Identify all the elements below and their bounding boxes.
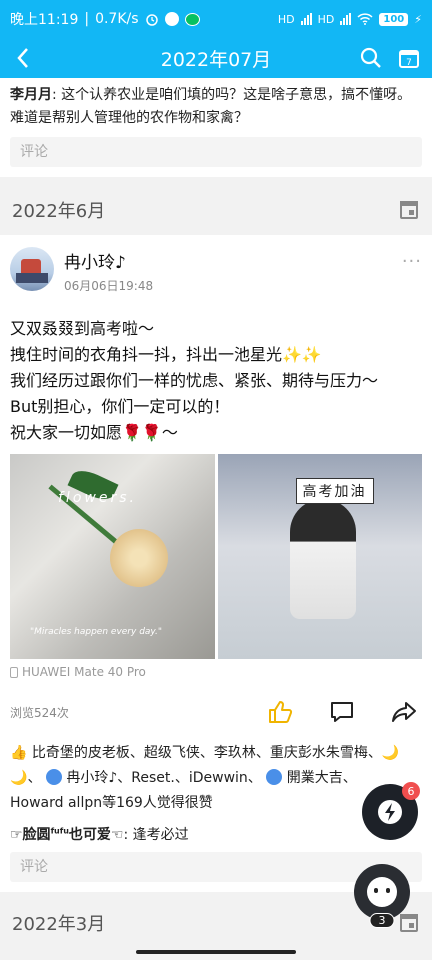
comment-item[interactable]: 李月月: 这个认养农业是咱们填的吗？这是啥子意思，搞不懂呀。难道是帮别人管理他的… [10, 84, 422, 130]
back-button[interactable] [6, 41, 40, 75]
view-count: 浏览524次 [10, 705, 69, 720]
post-header: 冉小玲♪ 06月06日19:48 ··· [10, 247, 422, 294]
more-options-button[interactable]: ··· [402, 251, 422, 272]
phone-icon [10, 666, 18, 678]
status-time: 晚上11:19 [10, 12, 79, 28]
car-avatar-icon [45, 769, 62, 785]
signal-icon-1 [300, 13, 312, 25]
post-time: 06月06日19:48 [64, 279, 154, 293]
post-line: 又双叒叕到高考啦～ [10, 319, 155, 338]
photo-caption: "Miracles happen every day." [30, 627, 163, 637]
net-label-2: HD [317, 12, 335, 26]
battery-indicator: 100 [379, 12, 409, 26]
post-line: 我们经历过跟你们一样的忧虑、紧张、期待与压力～ [10, 371, 379, 390]
photo-sign: 高考加油 [295, 478, 374, 504]
assistant-count: 3 [369, 913, 395, 928]
thumbs-up-icon [269, 701, 293, 723]
comment-item[interactable]: ☞脸圆fufu也可爱☜: 逢考必过 [10, 824, 422, 844]
signal-icon-2 [340, 13, 352, 25]
charging-icon: ⚡ [414, 12, 422, 26]
comment-author[interactable]: 李月月 [10, 87, 52, 103]
gear-avatar-icon [266, 769, 283, 785]
month-label: 2022年6月 [12, 201, 106, 222]
nav-bar: 2022年07月 7 [0, 38, 432, 78]
back-arrow-icon [17, 48, 28, 68]
post-body: 又双叒叕到高考啦～ 拽住时间的衣角抖一抖，抖出一池星光✨✨ 我们经历过跟你们一样… [10, 316, 422, 446]
comment-input[interactable]: 评论 [10, 137, 422, 167]
likes-text[interactable]: 比奇堡的皮老板、超级飞侠、李玖林、重庆彭水朱雪梅、 [32, 745, 382, 761]
post-line: 拽住时间的衣角抖一抖，抖出一池星光✨✨ [10, 345, 322, 364]
search-button[interactable] [354, 41, 388, 75]
device-name: HUAWEI Mate 40 Pro [22, 665, 146, 679]
comment-author-part: 也可爱☜ [68, 827, 124, 843]
status-bar: 晚上11:19 | 0.7K/s HD HD 100 ⚡ [0, 0, 432, 38]
photo-overlay-text: flowers. [58, 490, 137, 506]
photo-figure [289, 499, 356, 619]
calendar-button[interactable]: 7 [392, 41, 426, 75]
photo-exam-cheer[interactable]: 高考加油 [217, 454, 422, 659]
comment-text: : 逢考必过 [123, 827, 189, 843]
floating-action-button[interactable]: 6 [362, 782, 420, 840]
assistant-button[interactable]: 3 [354, 864, 410, 928]
home-indicator[interactable] [136, 950, 296, 954]
alarm-icon [145, 14, 158, 26]
likes-separator: 、 [27, 770, 42, 786]
status-divider: | [84, 11, 90, 27]
likes-text[interactable]: Howard allpn等169人觉得很赞 [10, 795, 213, 811]
likes-text[interactable]: 冉小玲♪、Reset.、iDewwin、 [66, 770, 261, 786]
comment-button[interactable] [328, 698, 356, 726]
photo-rose-book[interactable]: flowers. "Miracles happen every day." [10, 454, 215, 659]
post-card: 冉小玲♪ 06月06日19:48 ··· 又双叒叕到高考啦～ 拽住时间的衣角抖一… [0, 235, 432, 892]
photo-rose [110, 529, 168, 587]
notification-badge: 6 [402, 782, 420, 800]
calendar-icon: 7 [399, 50, 419, 68]
wifi-icon [357, 13, 373, 25]
comment-author-sup: fufu [50, 826, 69, 836]
calendar-day: 7 [406, 58, 412, 68]
status-speed: 0.7K/s [95, 11, 139, 27]
like-button[interactable] [266, 698, 294, 726]
top-bar: 晚上11:19 | 0.7K/s HD HD 100 ⚡ 2022年07月 7 [0, 0, 432, 78]
assistant-icon [367, 877, 397, 907]
post-author[interactable]: 冉小玲♪ [64, 248, 153, 273]
moon-icon: 🌙 [381, 745, 400, 761]
calendar-icon[interactable] [400, 201, 418, 219]
avatar[interactable] [10, 247, 54, 291]
moon-icon: 🌙 [10, 770, 28, 786]
comment-author[interactable]: ☞脸圆fufu也可爱☜ [10, 826, 124, 843]
wechat-icon [184, 12, 200, 26]
post-line: But别担心，你们一定可以的！ [10, 397, 230, 416]
month-label: 2022年3月 [12, 914, 106, 935]
likes-list: 👍 比奇堡的皮老板、超级飞侠、李玖林、重庆彭水朱雪梅、🌙 🌙、 冉小玲♪、Res… [10, 741, 422, 816]
share-icon [392, 702, 416, 722]
search-icon [360, 47, 381, 68]
comment-icon [331, 702, 353, 722]
net-label-1: HD [277, 12, 295, 26]
device-label: HUAWEI Mate 40 Pro [10, 665, 422, 679]
share-button[interactable] [390, 698, 418, 726]
comment-text: : 这个认养农业是咱们填的吗？这是啥子意思，搞不懂呀。难道是帮别人管理他的农作物… [10, 87, 412, 126]
likes-text[interactable]: 開業大吉、 [287, 770, 357, 786]
lightning-icon [378, 800, 402, 824]
month-header-june: 2022年6月 [0, 185, 432, 235]
action-row: 浏览524次 [10, 697, 422, 727]
post-line: 祝大家一切如愿🌹🌹～ [10, 423, 178, 442]
comment-author-part: ☞脸圆 [10, 827, 51, 843]
qq-icon [164, 12, 179, 26]
photo-grid: flowers. "Miracles happen every day." 高考… [10, 454, 422, 659]
previous-post-tail: 李月月: 这个认养农业是咱们填的吗？这是啥子意思，搞不懂呀。难道是帮别人管理他的… [0, 78, 432, 177]
calendar-icon[interactable] [400, 914, 418, 932]
thumbs-up-icon: 👍 [10, 745, 28, 761]
